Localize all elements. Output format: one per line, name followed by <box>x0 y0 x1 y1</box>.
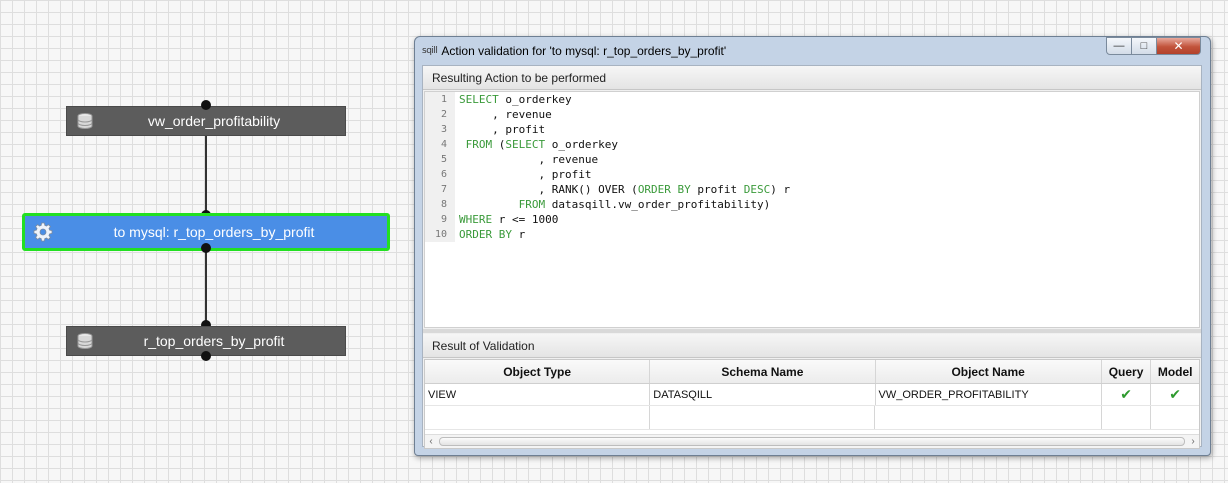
code-text: , RANK() OVER (ORDER BY profit DESC) r <box>459 183 791 196</box>
code-line: 2 , revenue <box>425 107 1199 122</box>
query-check-icon: ✔ <box>1102 384 1152 405</box>
empty-cell <box>875 406 1102 429</box>
scroll-left-icon[interactable]: ‹ <box>425 436 437 447</box>
source-node-label: vw_order_profitability <box>147 113 281 129</box>
validation-result-table: Object Type Schema Name Object Name Quer… <box>424 359 1200 449</box>
code-line: 10 ORDER BY r <box>425 227 1199 242</box>
minimize-button[interactable]: — <box>1106 37 1132 55</box>
line-number: 10 <box>425 227 455 242</box>
code-line: 8 FROM datasqill.vw_order_profitability) <box>425 197 1199 212</box>
code-text: FROM datasqill.vw_order_profitability) <box>518 198 771 211</box>
line-number: 5 <box>425 152 455 167</box>
connector-line-bottom <box>205 248 207 326</box>
code-text: WHERE r <= 1000 <box>459 213 559 226</box>
action-validation-dialog: sqill Action validation for 'to mysql: r… <box>414 36 1211 456</box>
resulting-action-header: Resulting Action to be performed <box>423 66 1201 90</box>
code-text: , revenue <box>459 108 552 121</box>
target-node-label: r_top_orders_by_profit <box>143 333 285 349</box>
scrollbar-thumb[interactable] <box>439 437 1185 446</box>
code-line: 7 , RANK() OVER (ORDER BY profit DESC) r <box>425 182 1199 197</box>
column-header-schema-name[interactable]: Schema Name <box>650 360 876 383</box>
close-button[interactable]: ✕ <box>1157 37 1201 55</box>
gear-icon <box>25 222 61 242</box>
line-number: 7 <box>425 182 455 197</box>
scroll-right-icon[interactable]: › <box>1187 436 1199 447</box>
target-node-bottom-port[interactable] <box>201 351 211 361</box>
table-header-row: Object Type Schema Name Object Name Quer… <box>425 360 1199 384</box>
window-controls: — □ ✕ <box>1106 37 1201 55</box>
database-icon <box>67 332 103 350</box>
empty-table-row <box>425 406 1199 430</box>
source-node-vw-order-profitability[interactable]: vw_order_profitability <box>66 106 346 136</box>
column-header-query[interactable]: Query <box>1102 360 1152 383</box>
model-check-icon: ✔ <box>1169 386 1182 402</box>
app-logo: sqill <box>422 45 438 56</box>
cell-schema-name: DATASQILL <box>650 384 876 405</box>
empty-cell <box>1151 406 1199 429</box>
line-number: 2 <box>425 107 455 122</box>
table-row[interactable]: VIEW DATASQILL VW_ORDER_PROFITABILITY ✔ … <box>425 384 1199 406</box>
code-text: , profit <box>459 123 546 136</box>
source-node-top-port[interactable] <box>201 100 211 110</box>
line-number: 1 <box>425 92 455 107</box>
code-text: FROM (SELECT o_orderkey <box>465 138 618 151</box>
dialog-title: Action validation for 'to mysql: r_top_o… <box>441 43 727 58</box>
dialog-titlebar[interactable]: sqill Action validation for 'to mysql: r… <box>415 37 1210 64</box>
validation-result-header-label: Result of Validation <box>432 338 535 353</box>
dialog-content: Resulting Action to be performed 1 SELECT… <box>422 65 1202 449</box>
sql-code-editor[interactable]: 1 SELECT o_orderkey 2 , revenue 3 , profit 4… <box>424 91 1200 328</box>
code-text: , profit <box>459 168 592 181</box>
code-line: 3 , profit <box>425 122 1199 137</box>
action-node-bottom-port[interactable] <box>201 243 211 253</box>
code-line: 9 WHERE r <= 1000 <box>425 212 1199 227</box>
cell-object-type: VIEW <box>425 384 651 405</box>
section-splitter[interactable] <box>423 329 1201 333</box>
action-node-label: to mysql: r_top_orders_by_profit <box>113 224 315 240</box>
code-text: ORDER BY r <box>459 228 526 241</box>
resulting-action-header-label: Resulting Action to be performed <box>432 70 607 85</box>
line-number: 4 <box>425 137 455 152</box>
code-text: SELECT o_orderkey <box>459 93 572 106</box>
line-number: 8 <box>425 197 455 212</box>
column-header-object-name[interactable]: Object Name <box>876 360 1102 383</box>
empty-cell <box>1102 406 1152 429</box>
code-text: , revenue <box>459 153 599 166</box>
code-line: 6 , profit <box>425 167 1199 182</box>
code-line: 4 FROM (SELECT o_orderkey <box>425 137 1199 152</box>
column-header-object-type[interactable]: Object Type <box>425 360 651 383</box>
maximize-button[interactable]: □ <box>1132 37 1157 55</box>
line-number: 9 <box>425 212 455 227</box>
horizontal-scrollbar[interactable]: ‹ › <box>425 434 1199 448</box>
line-number: 3 <box>425 122 455 137</box>
close-icon: ✕ <box>1173 39 1184 53</box>
validation-result-header: Result of Validation <box>423 334 1201 358</box>
empty-cell <box>650 406 876 429</box>
cell-object-name: VW_ORDER_PROFITABILITY <box>876 384 1102 405</box>
maximize-icon: □ <box>1140 40 1148 52</box>
code-line: 5 , revenue <box>425 152 1199 167</box>
minimize-icon: — <box>1113 40 1125 52</box>
line-number: 6 <box>425 167 455 182</box>
column-header-model[interactable]: Model <box>1151 360 1199 383</box>
empty-cell <box>425 406 651 429</box>
code-line: 1 SELECT o_orderkey <box>425 92 1199 107</box>
database-icon <box>67 112 103 130</box>
